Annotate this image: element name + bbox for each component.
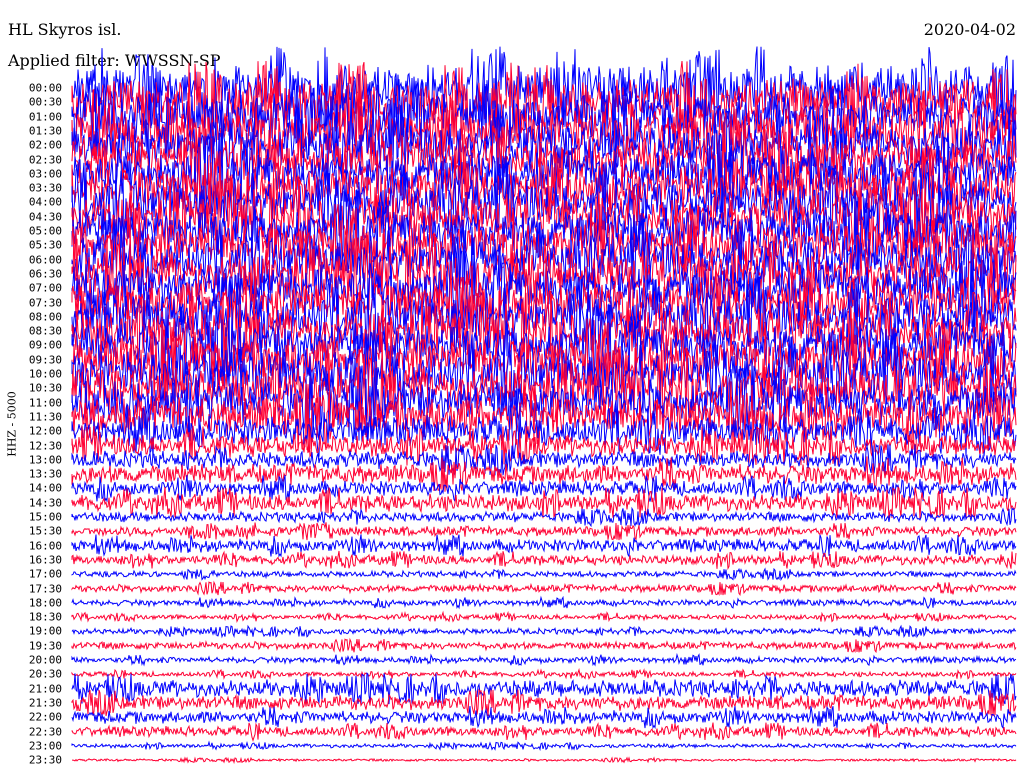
trace-line [71, 506, 1017, 528]
trace-line [72, 756, 1017, 765]
trace-line [71, 610, 1017, 624]
trace-line [71, 534, 1017, 558]
trace-line [71, 652, 1017, 667]
helicorder-plot [71, 46, 1017, 765]
trace-line [71, 522, 1017, 542]
trace-line [71, 580, 1017, 596]
trace-line [71, 637, 1017, 654]
trace-line [71, 667, 1017, 681]
trace-line [71, 486, 1017, 519]
trace-line [71, 740, 1017, 752]
trace-line [71, 550, 1017, 571]
trace-line [71, 722, 1017, 743]
trace-line [71, 567, 1017, 582]
trace-line [71, 595, 1017, 610]
trace-line [71, 706, 1017, 730]
trace-line [71, 624, 1017, 639]
